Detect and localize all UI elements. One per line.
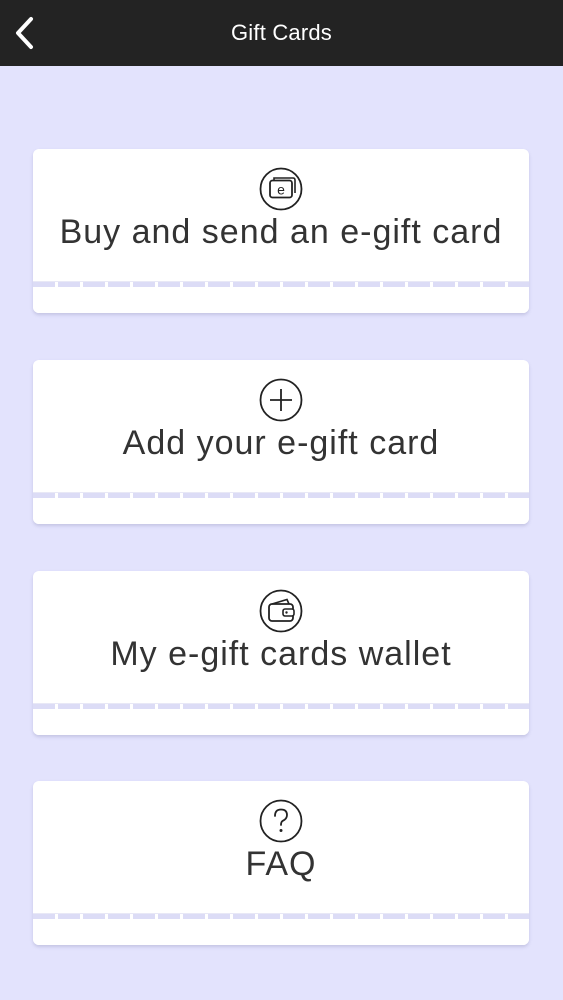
card-footer — [33, 919, 529, 945]
egift-wallet-button[interactable]: My e-gift cards wallet — [33, 571, 529, 735]
buy-egift-card-button[interactable]: e Buy and send an e-gift card — [33, 149, 529, 313]
plus-circle-icon — [259, 378, 303, 422]
card-label: My e-gift cards wallet — [110, 635, 452, 673]
page-title: Gift Cards — [230, 20, 333, 45]
card-label: Buy and send an e-gift card — [59, 213, 503, 251]
svg-text:e: e — [277, 182, 285, 198]
question-circle-icon — [259, 799, 303, 843]
faq-button[interactable]: FAQ — [33, 781, 529, 945]
add-egift-card-button[interactable]: Add your e-gift card — [33, 360, 529, 524]
wallet-icon — [259, 589, 303, 633]
chevron-left-icon — [16, 17, 33, 49]
top-bar: Gift Cards — [0, 0, 563, 66]
card-label: Add your e-gift card — [122, 424, 440, 462]
card-label: FAQ — [245, 845, 317, 883]
back-button[interactable] — [8, 13, 42, 53]
card-footer — [33, 709, 529, 735]
e-card-icon: e — [259, 167, 303, 211]
card-footer — [33, 287, 529, 313]
card-footer — [33, 498, 529, 524]
